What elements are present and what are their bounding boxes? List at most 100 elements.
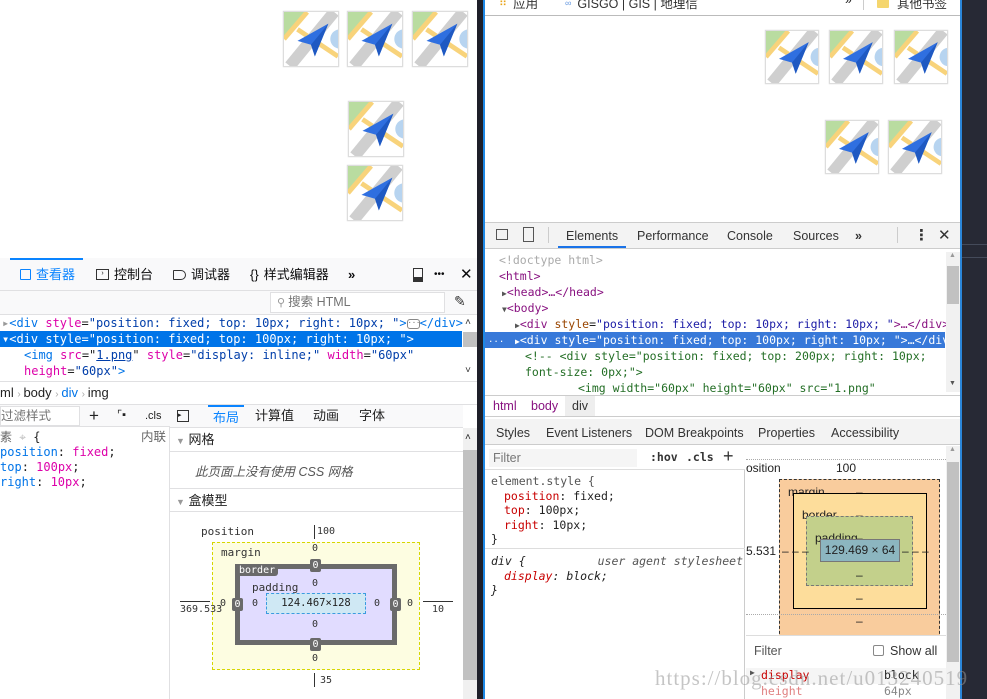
more-tabs-button[interactable]: » xyxy=(855,225,862,247)
tab-performance[interactable]: Performance xyxy=(637,225,709,247)
bookmark-apps[interactable]: ⠿ 应用 xyxy=(499,0,538,12)
margin-top-value[interactable]: 0 xyxy=(312,543,318,554)
box-model-section-header[interactable]: ▼ 盒模型 xyxy=(170,488,463,512)
border-bottom-value[interactable]: 0 xyxy=(310,638,321,651)
new-style-rule-button[interactable]: + xyxy=(723,446,734,467)
head-node[interactable]: ▶<head>…</head> xyxy=(502,284,604,300)
breadcrumb-item[interactable]: div xyxy=(61,385,78,400)
elements-scrollbar[interactable]: ▲ ▼ xyxy=(946,252,960,392)
overflow-menu-button[interactable]: ••• xyxy=(434,258,445,291)
highlight-element-icon[interactable]: ⌖ xyxy=(19,430,26,444)
html-node[interactable]: <html> xyxy=(499,268,541,284)
show-all-checkbox[interactable] xyxy=(873,645,884,656)
tab-dom-breakpoints[interactable]: DOM Breakpoints xyxy=(645,422,744,444)
position-top-value[interactable]: 100 xyxy=(836,461,856,475)
body-node[interactable]: ▼<body> xyxy=(502,300,548,316)
more-tabs-button[interactable]: » xyxy=(348,258,355,291)
collapsed-ellipsis-icon[interactable]: ··· xyxy=(406,318,420,329)
comment-node[interactable]: <img width="60px" height="60px" src="1.p… xyxy=(578,380,876,396)
position-top-value[interactable]: 100 xyxy=(317,526,335,537)
eyedropper-icon[interactable]: ✎ xyxy=(454,293,466,310)
declaration[interactable]: top: 100px; xyxy=(491,503,615,518)
toggle-sidebar-icon[interactable]: ▸ xyxy=(177,410,189,422)
declaration[interactable]: right: 10px; xyxy=(491,518,615,533)
border-left-value[interactable]: 0 xyxy=(232,598,243,611)
position-left-value[interactable]: 369.533 xyxy=(180,604,222,615)
computed-scrollbar[interactable]: ▲ xyxy=(946,446,960,699)
layout-scrollbar-track[interactable]: ˄ xyxy=(463,428,477,699)
breadcrumb-item[interactable]: img xyxy=(88,385,109,400)
declaration[interactable]: position: fixed; xyxy=(0,445,170,460)
markup-scrollbar[interactable] xyxy=(463,332,477,347)
other-bookmarks[interactable]: 其他书签 xyxy=(877,0,947,12)
content-box[interactable]: 129.469 × 64 xyxy=(820,539,900,562)
markup-node[interactable]: ▸<div style="position: fixed; top: 10px;… xyxy=(2,315,463,331)
padding-bottom-value[interactable]: 0 xyxy=(312,619,318,630)
doctype-node[interactable]: <!doctype html> xyxy=(499,252,603,268)
tab-console[interactable]: › 控制台 xyxy=(96,258,153,291)
tab-fonts[interactable]: 字体 xyxy=(359,405,385,427)
bookmarks-more-button[interactable]: » xyxy=(845,0,852,7)
add-rule-button[interactable]: + xyxy=(89,405,99,427)
declaration[interactable]: top: 100px; xyxy=(0,460,170,475)
device-toolbar-icon[interactable] xyxy=(523,227,534,242)
markup-node-selected[interactable]: ▾<div style="position: fixed; top: 100px… xyxy=(0,331,462,347)
close-icon[interactable]: ✕ xyxy=(938,225,951,247)
computed-filter-input[interactable]: Filter xyxy=(754,644,782,658)
filter-styles-input[interactable]: 过滤样式 xyxy=(0,406,80,426)
cls-button[interactable]: .cls xyxy=(686,450,714,464)
bookmark-gisgo[interactable]: ∞ GISGO | GIS | 地理信 xyxy=(565,0,698,12)
scrollbar-thumb[interactable] xyxy=(947,462,959,662)
comment-node[interactable]: font-size: 0px;"> xyxy=(525,364,643,380)
tab-sources[interactable]: Sources xyxy=(793,225,839,247)
tab-event-listeners[interactable]: Event Listeners xyxy=(546,422,632,444)
position-left-value[interactable]: 5.531 xyxy=(746,544,776,558)
cls-button[interactable]: .cls xyxy=(145,405,162,427)
breadcrumb-item[interactable]: ml xyxy=(0,385,14,400)
styles-filter-input[interactable]: Filter xyxy=(489,449,637,467)
breadcrumb-item[interactable]: html xyxy=(493,396,517,416)
dom-node-selected[interactable]: ... ▶<div style="position: fixed; top: 10… xyxy=(485,332,956,348)
scroll-up-icon[interactable]: ˄ xyxy=(465,432,471,443)
scroll-up-icon[interactable]: ˄ xyxy=(465,317,471,329)
padding-left-value[interactable]: 0 xyxy=(252,598,258,609)
scroll-down-icon[interactable]: ˅ xyxy=(465,365,471,377)
position-right-value[interactable]: 10 xyxy=(432,604,444,615)
tab-layout[interactable]: 布局 xyxy=(208,405,245,427)
padding-top-value[interactable]: 0 xyxy=(312,578,318,589)
hov-button[interactable]: :hov xyxy=(650,450,678,464)
border-right-value[interactable]: 0 xyxy=(390,598,401,611)
breadcrumb-item[interactable]: div xyxy=(565,396,595,416)
tab-computed[interactable]: 计算值 xyxy=(255,405,294,427)
breadcrumb-item[interactable]: body xyxy=(531,396,558,416)
close-icon[interactable]: ✕ xyxy=(460,258,473,291)
devtools-menu-button[interactable]: ⋮ xyxy=(914,225,929,247)
grid-section-header[interactable]: ▼ 网格 xyxy=(170,428,463,452)
border-top-value[interactable]: 0 xyxy=(310,559,321,572)
tab-styles[interactable]: Styles xyxy=(496,422,531,448)
padding-right-value[interactable]: 0 xyxy=(374,598,380,609)
tab-console[interactable]: Console xyxy=(727,225,773,247)
dom-node[interactable]: ▶<div style="position: fixed; top: 10px;… xyxy=(515,316,949,332)
tab-properties[interactable]: Properties xyxy=(758,422,815,444)
layout-scrollbar-thumb[interactable] xyxy=(463,450,477,680)
tab-style-editor[interactable]: {} 样式编辑器 xyxy=(250,258,329,291)
position-bottom-value[interactable]: 35 xyxy=(320,675,332,686)
margin-bottom-value[interactable]: 0 xyxy=(312,653,318,664)
markup-node[interactable]: <img src="1.png" style="display: inline;… xyxy=(24,347,414,363)
declaration[interactable]: right: 10px; xyxy=(0,475,170,490)
tab-inspector[interactable]: 查看器 xyxy=(9,258,84,291)
content-box[interactable]: 124.467×128 xyxy=(266,593,366,614)
breadcrumb-item[interactable]: body xyxy=(23,385,51,400)
toggle-pseudo-classes-icon[interactable]: ⌜▪ xyxy=(117,408,126,421)
inspect-element-icon[interactable] xyxy=(496,229,508,240)
tab-animations[interactable]: 动画 xyxy=(313,405,339,427)
markup-node[interactable]: height="60px"> xyxy=(24,363,125,379)
dock-icon[interactable] xyxy=(413,258,423,291)
search-html-input[interactable]: ⚲ 搜索 HTML xyxy=(270,292,445,313)
declaration[interactable]: position: fixed; xyxy=(491,489,615,504)
tab-elements[interactable]: Elements xyxy=(557,225,627,248)
margin-right-value[interactable]: 0 xyxy=(407,598,413,609)
tab-accessibility[interactable]: Accessibility xyxy=(831,422,899,444)
comment-node[interactable]: <!-- <div style="position: fixed; top: 2… xyxy=(525,348,927,364)
